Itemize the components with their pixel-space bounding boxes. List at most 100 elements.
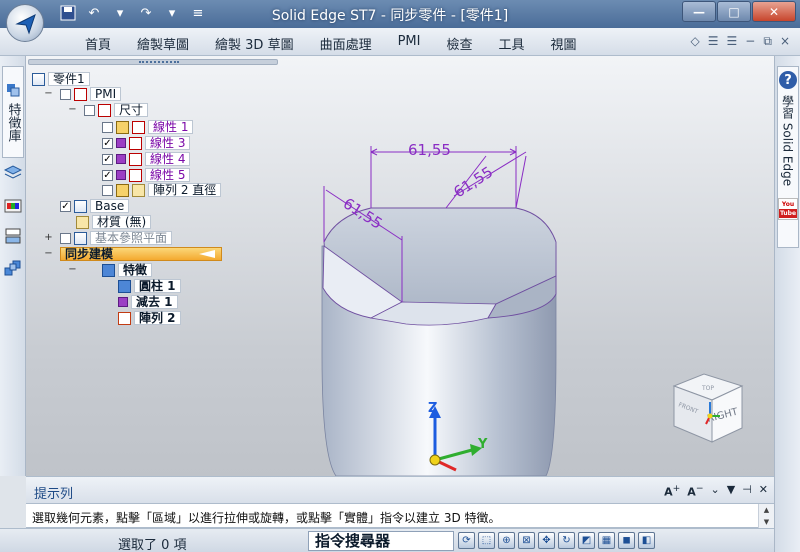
tree-node-cylinder[interactable]: 圓柱 1 — [118, 279, 181, 293]
tree-node-linear-4[interactable]: ✓ 線性 4 — [102, 152, 191, 166]
undo-icon[interactable]: ↶ — [84, 3, 104, 23]
dimensions-checkbox[interactable] — [84, 104, 95, 116]
redo-dropdown-icon[interactable]: ▾ — [162, 3, 182, 23]
collapse-features-icon[interactable]: − — [68, 265, 77, 275]
linear-5-checkbox[interactable]: ✓ — [102, 169, 113, 181]
tree-node-pmi[interactable]: PMI — [60, 87, 122, 101]
linear-1-checkbox[interactable] — [102, 121, 113, 133]
tree-node-pattern[interactable]: 陣列 2 — [118, 311, 181, 325]
youtube-icon[interactable]: You Tube — [778, 198, 798, 220]
list-icon[interactable]: ☰ — [708, 34, 719, 49]
rotate-icon[interactable]: ↻ — [558, 532, 575, 549]
font-decrease-icon[interactable]: A− — [687, 483, 703, 499]
tree-node-material[interactable]: 材質 (無) — [76, 215, 152, 229]
command-finder-input[interactable]: 指令搜尋器 — [308, 531, 454, 551]
list-alt-icon[interactable]: ☰ — [727, 34, 738, 49]
tab-pmi[interactable]: PMI — [385, 34, 434, 53]
sensors-icon[interactable] — [4, 228, 22, 244]
tree-label-features[interactable]: 特徵 — [118, 263, 153, 277]
pmi-checkbox[interactable] — [60, 88, 71, 100]
tab-surfacing[interactable]: 曲面處理 — [307, 34, 385, 53]
font-increase-icon[interactable]: A+ — [664, 483, 680, 499]
tree-label-part[interactable]: 零件1 — [48, 72, 90, 86]
tree-node-features[interactable]: 特徵 — [102, 263, 153, 277]
tree-node-linear-1[interactable]: 線性 1 — [102, 120, 194, 134]
tree-label-sync-modeling[interactable]: 同步建模 — [60, 247, 222, 261]
prompt-scrollbar[interactable]: ▲ ▼ — [758, 504, 774, 528]
tree-label-linear-5[interactable]: 線性 5 — [145, 168, 191, 182]
tree-label-cylinder[interactable]: 圓柱 1 — [134, 279, 181, 293]
tree-node-linear-3[interactable]: ✓ 線性 3 — [102, 136, 191, 150]
linear-3-checkbox[interactable]: ✓ — [102, 137, 113, 149]
collapse-sync-icon[interactable]: − — [44, 249, 53, 259]
pin-icon[interactable]: ⊣ — [742, 483, 752, 499]
dimension-top-label[interactable]: 61,55 — [408, 141, 451, 159]
ref-planes-checkbox[interactable] — [60, 232, 71, 244]
view-orientation-icon[interactable]: ▦ — [598, 532, 615, 549]
undo-dropdown-icon[interactable]: ▾ — [110, 3, 130, 23]
tree-label-pattern[interactable]: 陣列 2 — [134, 311, 181, 325]
ribbon-minimize-icon[interactable]: − — [745, 34, 755, 49]
sketch-view-icon[interactable]: ◩ — [578, 532, 595, 549]
tree-label-linear-3[interactable]: 線性 3 — [145, 136, 191, 150]
tab-sketch[interactable]: 繪製草圖 — [124, 34, 202, 53]
ribbon-close-icon[interactable]: × — [780, 34, 790, 49]
tree-label-linear-4[interactable]: 線性 4 — [145, 152, 191, 166]
learn-solid-edge-tab[interactable]: ? 學習 Solid Edge — [777, 66, 799, 248]
tree-label-cutout[interactable]: 減去 1 — [131, 295, 178, 309]
collapse-pmi-icon[interactable]: − — [44, 89, 53, 99]
feature-library-tab[interactable]: 特徵庫 — [2, 66, 24, 158]
assembly-icon[interactable] — [4, 260, 22, 276]
dimension-right-label[interactable]: 61,55 — [450, 163, 496, 201]
base-checkbox[interactable]: ✓ — [60, 200, 71, 212]
tree-label-pmi[interactable]: PMI — [90, 87, 122, 101]
view-cube[interactable]: TOP FRONT RIGHT — [672, 373, 744, 443]
tree-node-ref-planes[interactable]: 基本參照平面 — [60, 231, 173, 245]
refresh-icon[interactable]: ⟳ — [458, 532, 475, 549]
close-button[interactable]: ✕ — [752, 1, 796, 22]
expand-ref-planes-icon[interactable]: + — [44, 233, 53, 243]
tree-node-sync-modeling[interactable]: 同步建模 — [60, 247, 222, 261]
tree-node-pattern-diameter[interactable]: 陣列 2 直徑 — [102, 183, 222, 197]
fit-icon[interactable]: ⊠ — [518, 532, 535, 549]
redo-icon[interactable]: ↷ — [136, 3, 156, 23]
tree-node-dimensions[interactable]: 尺寸 — [84, 103, 149, 117]
eraser-icon[interactable]: ◇ — [691, 34, 700, 49]
tree-label-dimensions[interactable]: 尺寸 — [114, 103, 149, 117]
layers-icon[interactable] — [4, 164, 22, 180]
application-button[interactable] — [6, 4, 44, 42]
tab-view[interactable]: 視圖 — [538, 34, 590, 53]
tab-tools[interactable]: 工具 — [486, 34, 538, 53]
tree-node-linear-5[interactable]: ✓ 線性 5 — [102, 168, 191, 182]
tab-home[interactable]: 首頁 — [72, 34, 124, 53]
tree-label-ref-planes[interactable]: 基本參照平面 — [90, 231, 173, 245]
linear-4-checkbox[interactable]: ✓ — [102, 153, 113, 165]
display-mode-icon[interactable]: ◧ — [638, 532, 655, 549]
pan-icon[interactable]: ✥ — [538, 532, 555, 549]
minimize-button[interactable]: — — [682, 1, 716, 22]
shaded-icon[interactable]: ◼ — [618, 532, 635, 549]
tab-3d-sketch[interactable]: 繪製 3D 草圖 — [202, 34, 307, 53]
close-prompt-icon[interactable]: ✕ — [759, 483, 768, 499]
family-of-parts-icon[interactable] — [4, 198, 22, 214]
zoom-icon[interactable]: ⊕ — [498, 532, 515, 549]
tree-node-base[interactable]: ✓ Base — [60, 199, 130, 213]
tab-inspect[interactable]: 檢查 — [433, 34, 485, 53]
tree-node-cutout[interactable]: 減去 1 — [118, 295, 178, 309]
zoom-area-icon[interactable]: ⬚ — [478, 532, 495, 549]
collapse-dimensions-icon[interactable]: − — [68, 105, 77, 115]
maximize-button[interactable]: □ — [717, 1, 751, 22]
graphics-viewport[interactable]: 61,55 61,55 61,55 Z Y TOP FRONT RIGHT 零件… — [26, 56, 774, 476]
tree-label-linear-1[interactable]: 線性 1 — [148, 120, 194, 134]
material-icon — [76, 215, 89, 229]
tree-node-part[interactable]: 零件1 — [32, 72, 90, 86]
pin-down-icon[interactable]: ▼ — [727, 483, 735, 499]
tree-label-material[interactable]: 材質 (無) — [92, 215, 152, 229]
expand-icon[interactable]: ⌄ — [711, 483, 720, 499]
tree-label-pattern-diameter[interactable]: 陣列 2 直徑 — [148, 183, 222, 197]
tree-label-base[interactable]: Base — [90, 199, 130, 213]
viewcube-top[interactable]: TOP — [701, 385, 714, 392]
ribbon-restore-icon[interactable]: ⧉ — [763, 34, 772, 49]
pattern-diameter-checkbox[interactable] — [102, 184, 113, 196]
save-icon[interactable] — [58, 3, 78, 23]
